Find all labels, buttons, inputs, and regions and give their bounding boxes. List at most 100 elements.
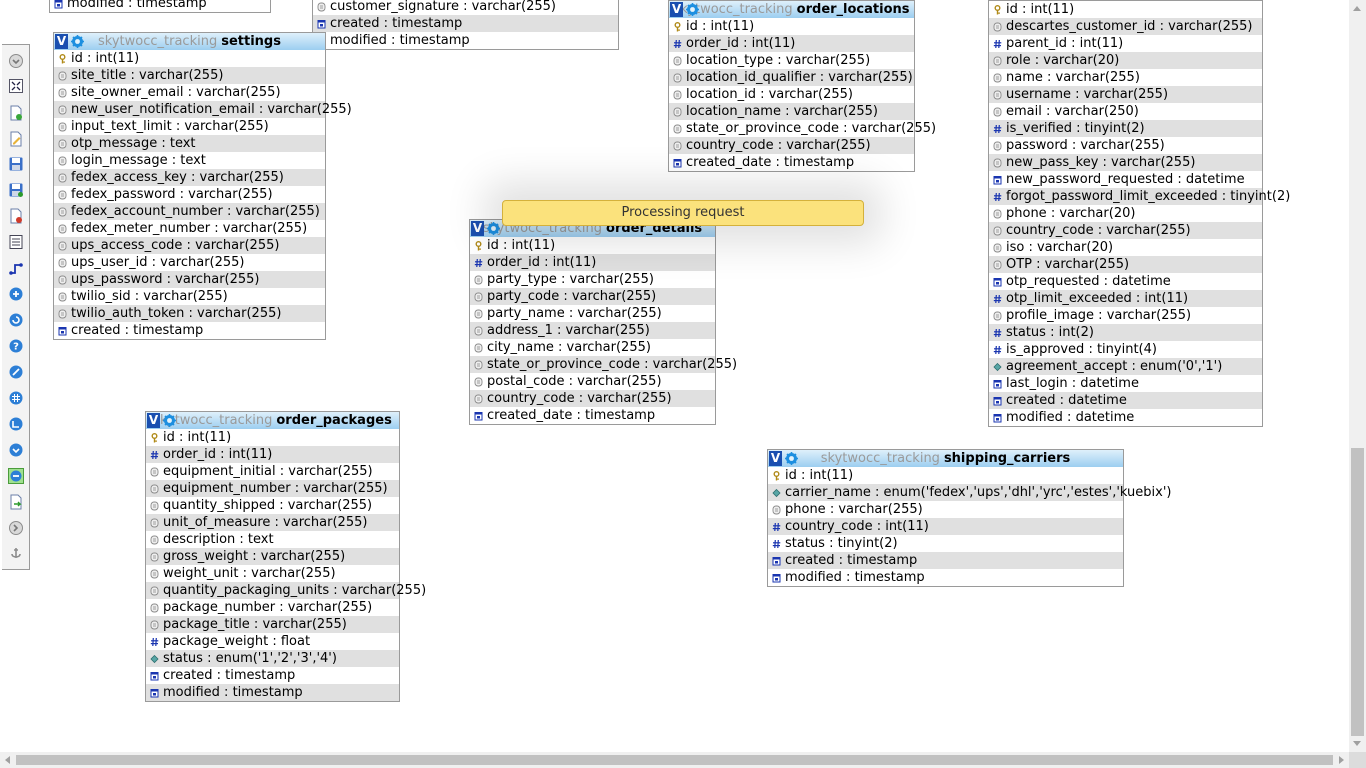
column-row[interactable]: ups_password : varchar(255) <box>54 271 325 288</box>
column-row[interactable]: carrier_name : enum('fedex','ups','dhl',… <box>768 484 1172 501</box>
pin-icon[interactable] <box>8 546 24 562</box>
column-row[interactable]: ups_access_code : varchar(255) <box>54 237 325 254</box>
column-row[interactable]: quantity_packaging_units : varchar(255) <box>146 582 426 599</box>
vertical-scroll-thumb[interactable] <box>1351 448 1364 736</box>
relation-lines-icon[interactable] <box>8 260 24 276</box>
column-row[interactable]: forgot_password_limit_exceeded : tinyint… <box>989 188 1290 205</box>
column-row[interactable]: descartes_customer_id : varchar(255) <box>989 18 1262 35</box>
column-row[interactable]: package_title : varchar(255) <box>146 616 399 633</box>
column-row[interactable]: email : varchar(250) <box>989 103 1262 120</box>
column-row[interactable]: otp_limit_exceeded : int(11) <box>989 290 1262 307</box>
column-row[interactable]: created : timestamp <box>146 667 399 684</box>
refresh-icon[interactable] <box>8 312 24 328</box>
column-row[interactable]: name : varchar(255) <box>989 69 1262 86</box>
column-row[interactable]: id : int(11) <box>54 50 325 67</box>
toggle-keys-icon[interactable] <box>8 468 24 484</box>
column-row[interactable]: created_date : timestamp <box>669 154 914 171</box>
table-header[interactable]: Vskytwocc_tracking shipping_carriers <box>768 450 1123 467</box>
toggle-columns-button[interactable]: V <box>670 2 683 17</box>
toggle-menu-icon[interactable] <box>8 53 24 69</box>
column-row[interactable]: unit_of_measure : varchar(255) <box>146 514 399 531</box>
column-row[interactable]: profile_image : varchar(255) <box>989 307 1262 324</box>
toggle-direct-links-icon[interactable] <box>8 364 24 380</box>
column-row[interactable]: created : timestamp <box>313 15 618 32</box>
table-list-icon[interactable] <box>8 234 24 250</box>
column-row[interactable]: weight_unit : varchar(255) <box>146 565 399 582</box>
column-row[interactable]: created : timestamp <box>54 322 325 339</box>
column-row[interactable]: last_login : datetime <box>989 375 1262 392</box>
column-row[interactable]: fedex_password : varchar(255) <box>54 186 325 203</box>
table-name[interactable]: order_locations <box>797 1 910 18</box>
table-name[interactable]: settings <box>221 33 281 50</box>
column-row[interactable]: description : text <box>146 531 399 548</box>
table-partial-top-middle[interactable]: customer_signature : varchar(255) created… <box>312 0 619 50</box>
column-row[interactable]: id : int(11) <box>989 1 1262 18</box>
save-icon[interactable] <box>8 156 24 172</box>
column-row[interactable]: created : datetime <box>989 392 1262 409</box>
column-row[interactable]: fedex_account_number : varchar(255) <box>54 203 325 220</box>
column-row[interactable]: ups_user_id : varchar(255) <box>54 254 325 271</box>
table-header[interactable]: Vskytwocc_tracking order_locations <box>669 1 914 18</box>
column-row[interactable]: twilio_auth_token : varchar(255) <box>54 305 325 322</box>
scroll-left-arrow-icon[interactable] <box>0 752 16 768</box>
column-row[interactable]: role : varchar(20) <box>989 52 1262 69</box>
column-row[interactable]: order_id : int(11) <box>470 254 715 271</box>
column-row[interactable]: login_message : text <box>54 152 325 169</box>
column-row[interactable]: order_id : int(11) <box>146 446 399 463</box>
column-row[interactable]: id : int(11) <box>470 237 715 254</box>
toggle-columns-button[interactable]: V <box>147 413 160 428</box>
column-row[interactable]: quantity_shipped : varchar(255) <box>146 497 399 514</box>
column-row[interactable]: phone : varchar(20) <box>989 205 1262 222</box>
column-row[interactable]: site_owner_email : varchar(255) <box>54 84 325 101</box>
column-row[interactable]: location_id : varchar(255) <box>669 86 914 103</box>
column-row[interactable]: state_or_province_code : varchar(255) <box>470 356 737 373</box>
column-row[interactable]: status : int(2) <box>989 324 1262 341</box>
angular-links-icon[interactable] <box>8 416 24 432</box>
column-row[interactable]: country_code : varchar(255) <box>989 222 1262 239</box>
delete-page-icon[interactable] <box>8 208 24 224</box>
column-row[interactable]: modified : timestamp <box>50 0 270 12</box>
column-row[interactable]: new_user_notification_email : varchar(25… <box>54 101 352 118</box>
column-row[interactable]: equipment_initial : varchar(255) <box>146 463 399 480</box>
new-page-icon[interactable] <box>8 105 24 121</box>
horizontal-scrollbar[interactable] <box>0 752 1349 768</box>
column-row[interactable]: country_code : int(11) <box>768 518 1123 535</box>
vertical-scrollbar[interactable] <box>1349 0 1366 752</box>
column-row[interactable]: party_name : varchar(255) <box>470 305 715 322</box>
column-row[interactable]: location_id_qualifier : varchar(255) <box>669 69 914 86</box>
designer-canvas[interactable]: ? modified : timestamp customer_signatur… <box>0 0 1349 752</box>
column-row[interactable]: modified : timestamp <box>768 569 1123 586</box>
table-header[interactable]: Vskytwocc_tracking settings <box>54 33 325 50</box>
column-row[interactable]: location_name : varchar(255) <box>669 103 914 120</box>
move-menu-icon[interactable] <box>8 520 24 536</box>
gear-icon[interactable] <box>163 414 176 427</box>
column-row[interactable]: status : tinyint(2) <box>768 535 1123 552</box>
column-row[interactable]: order_id : int(11) <box>669 35 914 52</box>
scroll-down-arrow-icon[interactable] <box>1349 735 1366 752</box>
column-row[interactable]: agreement_accept : enum('0','1') <box>989 358 1262 375</box>
table-users-partial[interactable]: id : int(11) descartes_customer_id : varc… <box>988 0 1290 427</box>
column-row[interactable]: modified : timestamp <box>313 32 618 49</box>
gear-icon[interactable] <box>487 222 500 235</box>
column-row[interactable]: id : int(11) <box>146 429 399 446</box>
column-row[interactable]: location_type : varchar(255) <box>669 52 914 69</box>
column-row[interactable]: country_code : varchar(255) <box>470 390 715 407</box>
column-row[interactable]: id : int(11) <box>768 467 1123 484</box>
help-icon[interactable]: ? <box>8 338 24 354</box>
toggle-columns-button[interactable]: V <box>471 221 484 236</box>
column-row[interactable]: twilio_sid : varchar(255) <box>54 288 325 305</box>
column-row[interactable]: created_date : timestamp <box>470 407 715 424</box>
table-partial-top-left[interactable]: modified : timestamp <box>49 0 271 13</box>
table-order-locations[interactable]: Vskytwocc_tracking order_locations id : in… <box>668 0 936 172</box>
column-row[interactable]: city_name : varchar(255) <box>470 339 715 356</box>
column-row[interactable]: country_code : varchar(255) <box>669 137 914 154</box>
show-columns-icon[interactable] <box>8 286 24 302</box>
column-row[interactable]: customer_signature : varchar(255) <box>313 0 618 15</box>
column-row[interactable]: state_or_province_code : varchar(255) <box>669 120 936 137</box>
column-row[interactable]: new_pass_key : varchar(255) <box>989 154 1262 171</box>
table-order-packages[interactable]: Vskytwocc_tracking order_packages id : int… <box>145 411 426 702</box>
table-name[interactable]: order_packages <box>276 412 391 429</box>
column-row[interactable]: modified : datetime <box>989 409 1262 426</box>
column-row[interactable]: party_code : varchar(255) <box>470 288 715 305</box>
column-row[interactable]: equipment_number : varchar(255) <box>146 480 399 497</box>
